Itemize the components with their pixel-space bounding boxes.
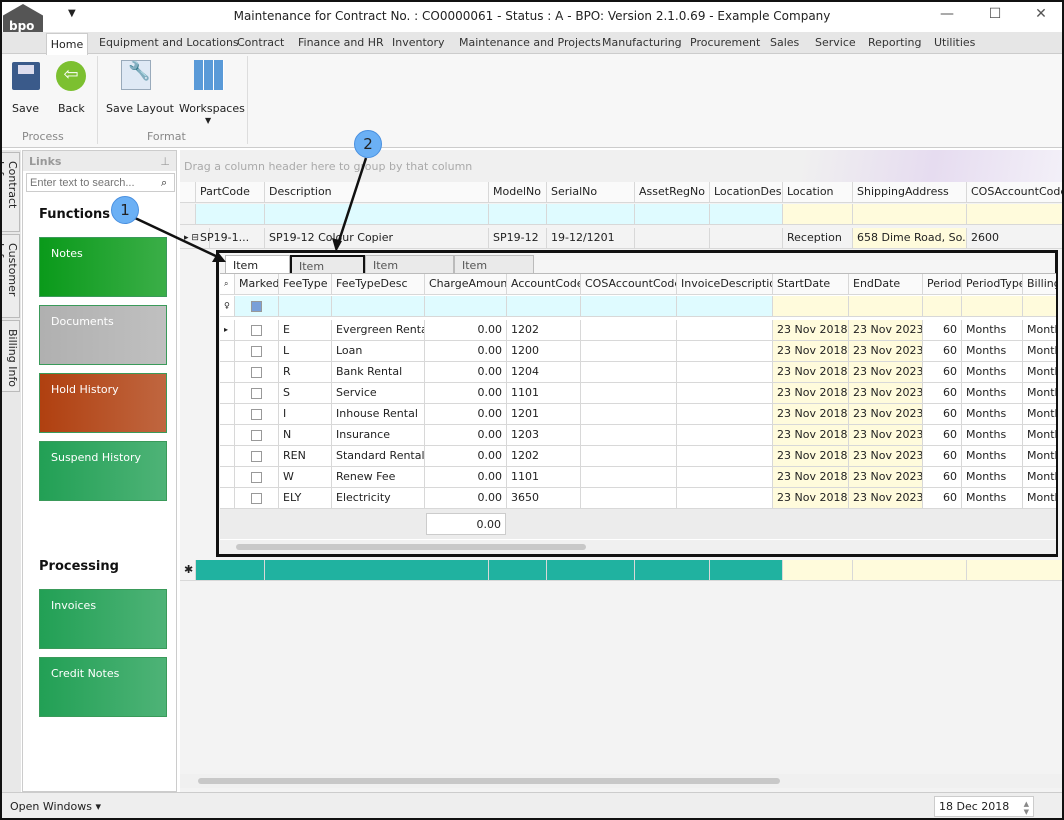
callout-2: 2 (354, 130, 382, 158)
callout-arrows (134, 157, 368, 262)
callout-1: 1 (111, 196, 139, 224)
